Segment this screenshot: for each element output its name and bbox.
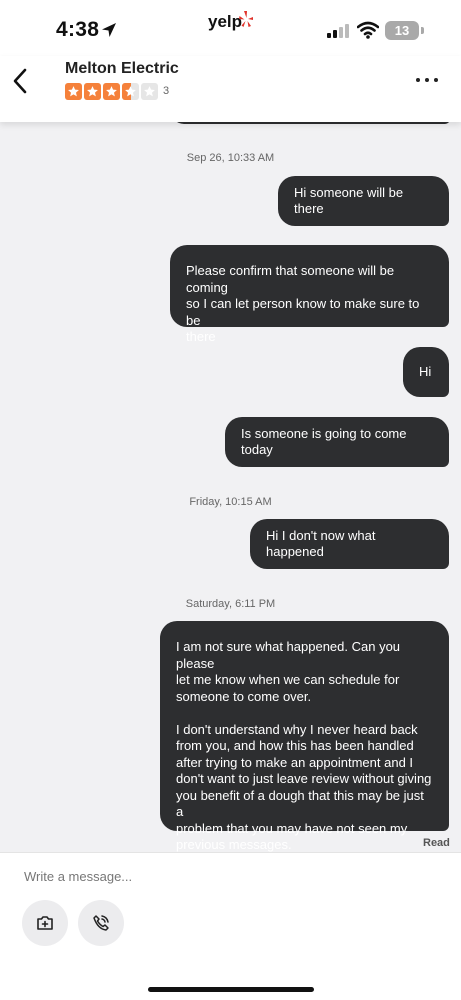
star-icon	[141, 83, 158, 100]
home-indicator	[148, 987, 314, 992]
sent-message-bubble[interactable]: Hi	[403, 347, 449, 397]
star-icon	[122, 83, 139, 100]
message-timestamp: Saturday, 6:11 PM	[185, 598, 276, 610]
sent-message-bubble[interactable]: Hi I don't now what happened	[250, 519, 449, 569]
status-time: 4:38	[56, 18, 100, 41]
more-dots-icon	[434, 78, 438, 82]
sent-message-bubble[interactable]: Hi someone will be there	[278, 176, 449, 226]
sent-message-bubble[interactable]: Is someone is going to come today	[225, 417, 449, 467]
signal-icon	[327, 24, 349, 38]
more-dots-icon	[416, 78, 420, 82]
message-thread[interactable]: Sep 26, 10:33 AM Hi someone will be ther…	[0, 118, 461, 852]
back-chevron-icon	[13, 68, 27, 94]
sent-message-bubble[interactable]: Please confirm that someone will be comi…	[170, 245, 449, 344]
add-photo-button[interactable]	[22, 900, 68, 946]
more-dots-icon	[425, 78, 429, 82]
yelp-logo-text: yelp	[208, 12, 243, 31]
call-button[interactable]	[78, 900, 124, 946]
star-icon	[103, 83, 120, 100]
phone-call-icon	[93, 915, 109, 931]
sent-message-bubble[interactable]: I am not sure what happened. Can you ple…	[160, 621, 449, 852]
star-icon	[65, 83, 82, 100]
message-composer	[0, 852, 461, 1000]
battery-icon: 13	[385, 21, 419, 40]
message-input[interactable]	[24, 865, 434, 887]
wifi-icon	[357, 21, 379, 39]
back-button[interactable]	[10, 66, 34, 98]
yelp-burst-icon	[239, 11, 253, 27]
message-timestamp: Friday, 10:15 AM	[189, 496, 272, 508]
camera-plus-icon	[37, 916, 53, 930]
battery-tip	[421, 27, 424, 34]
review-count: 3	[163, 85, 170, 97]
message-timestamp: Sep 26, 10:33 AM	[186, 152, 275, 164]
conversation-header: Melton Electric 3	[0, 56, 461, 122]
star-icon	[84, 83, 101, 100]
more-options-button[interactable]	[410, 68, 444, 92]
status-bar: 4:38 yelp 13	[0, 0, 461, 56]
location-arrow-icon	[102, 23, 116, 37]
star-rating	[65, 83, 158, 100]
business-name[interactable]: Melton Electric	[65, 60, 179, 78]
read-receipt: Read	[423, 837, 450, 849]
